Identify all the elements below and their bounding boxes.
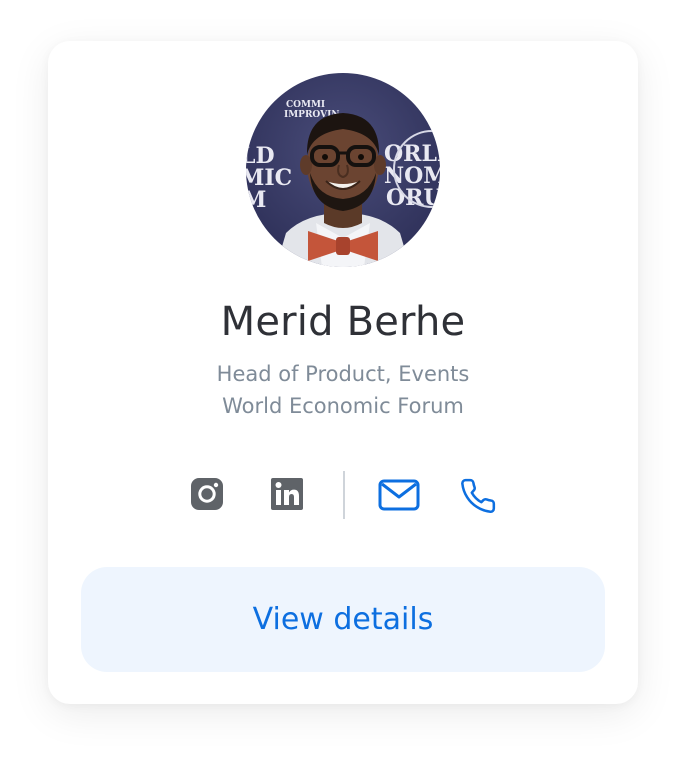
instagram-icon[interactable] [190,477,224,516]
profile-role: Head of Product, Events [216,362,470,386]
profile-name: Merid Berhe [220,299,466,345]
avatar: LD MIC M ORLD NOMI ORUM COMMI IMPROVIN [246,73,440,267]
phone-icon[interactable] [459,477,497,520]
profile-company: World Economic Forum [222,394,464,418]
divider [343,471,345,519]
view-details-button[interactable]: View details [81,567,605,672]
svg-text:COMMI: COMMI [286,100,325,110]
mail-icon[interactable] [378,479,420,516]
contact-links [48,469,638,519]
linkedin-icon[interactable] [270,477,304,516]
profile-card: LD MIC M ORLD NOMI ORUM COMMI IMPROVIN [48,41,638,704]
avatar-photo: LD MIC M ORLD NOMI ORUM COMMI IMPROVIN [246,73,440,267]
svg-text:M: M [246,187,266,213]
